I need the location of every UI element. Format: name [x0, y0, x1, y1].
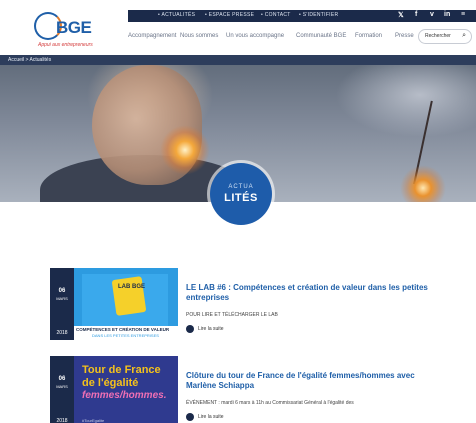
search-icon: ⌕: [462, 32, 466, 39]
topbar-link-contact[interactable]: • CONTACT: [261, 12, 291, 18]
vimeo-icon[interactable]: v: [430, 11, 434, 18]
topbar-link-actualites[interactable]: • ACTUALITÉS: [158, 12, 195, 18]
search-label: Rechercher: [425, 33, 451, 39]
plus-circle-icon: [186, 325, 194, 333]
nav-item-communaute[interactable]: Communauté BGE: [296, 33, 346, 39]
thumbnail-line1: Tour de France: [82, 364, 161, 376]
topbar-link-presse[interactable]: • ESPACE PRESSE: [205, 12, 254, 18]
plus-circle-icon: [186, 413, 194, 421]
thumbnail-illustration: LAB BGE: [82, 274, 168, 326]
logo-text: BGE: [56, 18, 92, 37]
article-date-month: MARS: [56, 384, 68, 389]
breadcrumb[interactable]: Accueil > Actualités: [8, 57, 51, 63]
top-utility-bar: • ACTUALITÉS • ESPACE PRESSE • CONTACT •…: [128, 10, 476, 22]
logo-tagline: Appui aux entrepreneurs: [38, 42, 93, 48]
article-excerpt: ÉVÉNEMENT : mardi 6 mars à 11h au Commis…: [186, 400, 354, 406]
article-item: 06 MARS 2018 LAB BGE COMPÉTENCES ET CRÉA…: [50, 268, 450, 340]
article-date: 06 MARS 2018: [50, 268, 74, 340]
lab-badge-shape: [111, 276, 147, 316]
article-thumbnail[interactable]: Tour de France de l'égalité femmes/homme…: [74, 356, 178, 423]
breadcrumb-bar: Accueil > Actualités: [0, 55, 476, 65]
nav-item-presse[interactable]: Presse: [395, 33, 414, 39]
sparkler-icon: [160, 125, 210, 175]
search-button[interactable]: Rechercher ⌕: [418, 29, 472, 44]
nav-item-nous-sommes[interactable]: Nous sommes: [180, 33, 218, 39]
thumbnail-line2: de l'égalité: [82, 377, 139, 389]
rss-icon[interactable]: ≡: [461, 11, 465, 18]
article-date-month: MARS: [56, 296, 68, 301]
topbar-link-identifier[interactable]: • S'IDENTIFIER: [299, 12, 338, 18]
article-date-year: 2018: [56, 330, 68, 336]
lab-badge-text: LAB BGE: [118, 284, 145, 290]
bge-logo[interactable]: BGE Appui aux entrepreneurs: [30, 8, 100, 48]
section-badge-bottom: LITÉS: [224, 192, 258, 204]
article-thumbnail[interactable]: LAB BGE COMPÉTENCES ET CRÉATION DE VALEU…: [74, 268, 178, 340]
read-more-label: Lire la suite: [198, 326, 224, 332]
nav-item-vous-accompagne[interactable]: Un vous accompagne: [226, 33, 284, 39]
site-header: BGE Appui aux entrepreneurs • ACTUALITÉS…: [0, 0, 476, 55]
article-date-year: 2018: [56, 418, 68, 423]
nav-item-accompagnement[interactable]: Accompagnement: [128, 33, 176, 39]
nav-item-formation[interactable]: Formation: [355, 33, 382, 39]
section-badge-top: ACTUA: [228, 184, 254, 190]
article-date-day: 06: [58, 288, 66, 294]
sparkler-icon: [400, 165, 446, 202]
article-excerpt: POUR LIRE ET TÉLÉCHARGER LE LAB: [186, 312, 278, 318]
read-more-label: Lire la suite: [198, 414, 224, 420]
thumbnail-caption: COMPÉTENCES ET CRÉATION DE VALEUR DANS L…: [74, 326, 178, 340]
article-title[interactable]: LE LAB #6 : Compétences et création de v…: [186, 283, 442, 303]
article-date-day: 06: [58, 376, 66, 382]
thumbnail-footer: #TourEgalite: [82, 418, 105, 423]
thumbnail-caption-line1: COMPÉTENCES ET CRÉATION DE VALEUR: [76, 327, 170, 332]
thumbnail-caption-line2: DANS LES PETITES ENTREPRISES: [92, 333, 159, 338]
article-item: 06 MARS 2018 Tour de France de l'égalité…: [50, 356, 450, 423]
section-badge: ACTUA LITÉS: [210, 163, 272, 225]
twitter-icon[interactable]: 𝕏: [398, 11, 404, 19]
facebook-icon[interactable]: f: [415, 11, 417, 18]
linkedin-icon[interactable]: in: [444, 11, 450, 18]
article-date: 06 MARS 2018: [50, 356, 74, 423]
article-title[interactable]: Clôture du tour de France de l'égalité f…: [186, 371, 442, 391]
thumbnail-line3: femmes/hommes.: [82, 390, 167, 401]
